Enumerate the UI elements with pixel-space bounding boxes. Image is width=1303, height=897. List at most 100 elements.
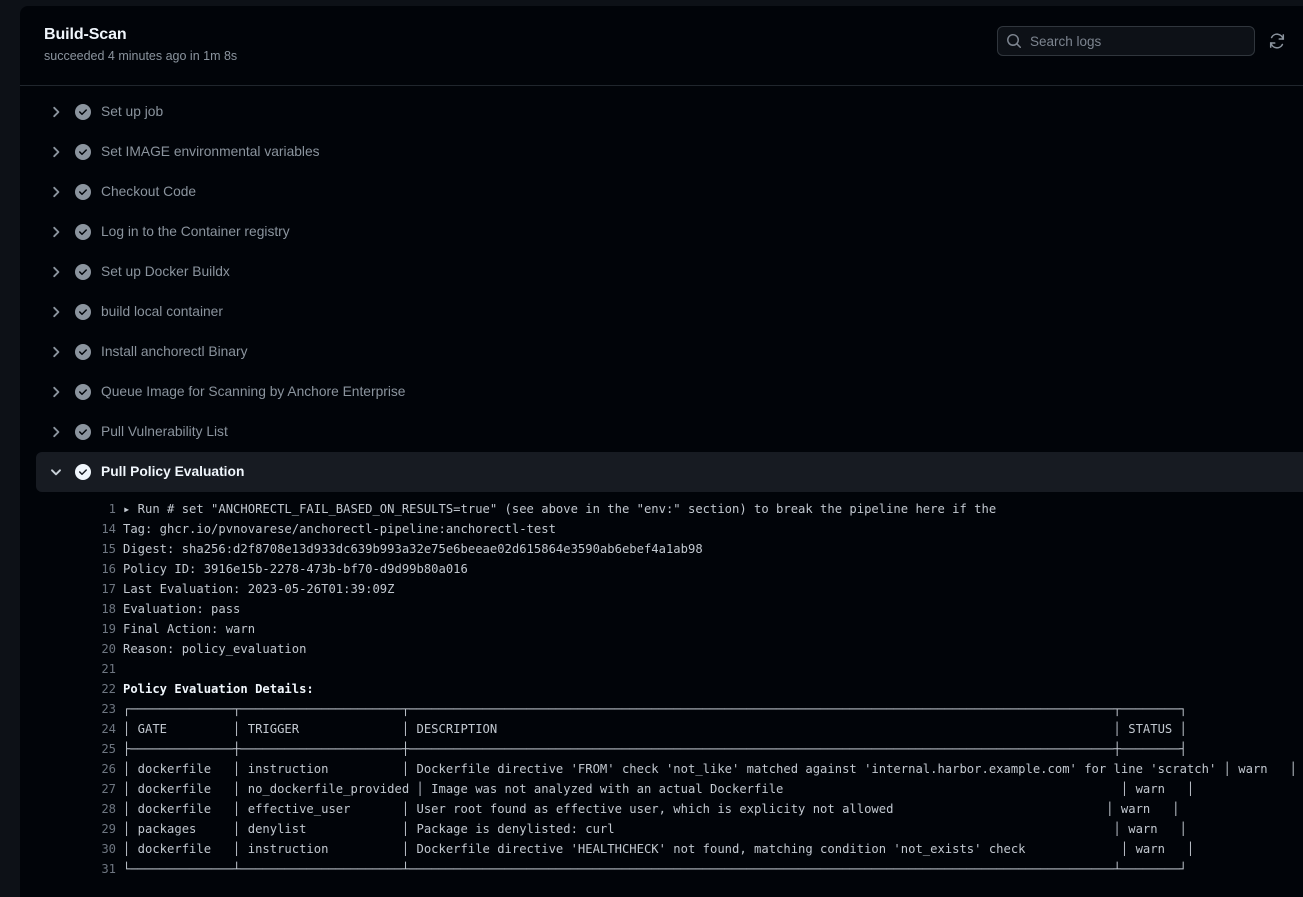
log-line-text: Digest: sha256:d2f8708e13d933dc639b993a3… bbox=[116, 539, 703, 559]
log-line-number: 17 bbox=[20, 579, 116, 599]
chevron-right-icon bbox=[48, 304, 64, 320]
log-line-text: Policy Evaluation Details: bbox=[116, 679, 314, 699]
search-log-box[interactable] bbox=[997, 26, 1255, 56]
step-row[interactable]: Install anchorectl Binary bbox=[20, 332, 1303, 372]
step-status-success-icon bbox=[75, 344, 91, 360]
log-line-text: │ GATE │ TRIGGER │ DESCRIPTION │ STATUS … bbox=[116, 719, 1187, 739]
run-status-text: succeeded 4 minutes ago in 1m 8s bbox=[44, 48, 237, 65]
log-line-text: Reason: policy_evaluation bbox=[116, 639, 306, 659]
header-actions bbox=[997, 26, 1289, 56]
step-status-success-icon bbox=[75, 384, 91, 400]
log-line-number: 30 bbox=[20, 839, 116, 859]
log-line-number: 15 bbox=[20, 539, 116, 559]
page-title: Build-Scan bbox=[44, 25, 237, 45]
step-row[interactable]: Pull Policy Evaluation bbox=[36, 452, 1303, 492]
log-line: 26│ dockerfile │ instruction │ Dockerfil… bbox=[20, 759, 1303, 779]
step-row[interactable]: Checkout Code bbox=[20, 172, 1303, 212]
step-row[interactable]: Set up job bbox=[20, 92, 1303, 132]
step-label: Pull Vulnerability List bbox=[101, 422, 228, 442]
log-line-text: │ dockerfile │ no_dockerfile_provided │ … bbox=[116, 779, 1194, 799]
log-line: 25├──────────────┼──────────────────────… bbox=[20, 739, 1303, 759]
log-line: 17Last Evaluation: 2023-05-26T01:39:09Z bbox=[20, 579, 1303, 599]
log-line-text: Evaluation: pass bbox=[116, 599, 240, 619]
log-line-text: ▸ Run # set "ANCHORECTL_FAIL_BASED_ON_RE… bbox=[116, 499, 996, 519]
refresh-button[interactable] bbox=[1265, 29, 1289, 53]
log-line: 28│ dockerfile │ effective_user │ User r… bbox=[20, 799, 1303, 819]
log-line-text: Tag: ghcr.io/pvnovarese/anchorectl-pipel… bbox=[116, 519, 556, 539]
log-output: 1▸ Run # set "ANCHORECTL_FAIL_BASED_ON_R… bbox=[20, 492, 1303, 879]
step-status-success-icon bbox=[75, 144, 91, 160]
chevron-right-icon bbox=[48, 184, 64, 200]
run-summary: Build-Scan succeeded 4 minutes ago in 1m… bbox=[44, 25, 237, 65]
log-line: 18Evaluation: pass bbox=[20, 599, 1303, 619]
log-line-text: Policy ID: 3916e15b-2278-473b-bf70-d9d99… bbox=[116, 559, 468, 579]
step-label: Set up job bbox=[101, 102, 163, 122]
log-line-number: 25 bbox=[20, 739, 116, 759]
chevron-right-icon bbox=[48, 384, 64, 400]
step-status-success-icon bbox=[75, 424, 91, 440]
step-label: Log in to the Container registry bbox=[101, 222, 290, 242]
step-row[interactable]: Set IMAGE environmental variables bbox=[20, 132, 1303, 172]
chevron-right-icon bbox=[48, 344, 64, 360]
log-line: 21 bbox=[20, 659, 1303, 679]
step-row[interactable]: build local container bbox=[20, 292, 1303, 332]
log-line-text: ├──────────────┼──────────────────────┼─… bbox=[116, 739, 1187, 759]
step-row[interactable]: Set up Docker Buildx bbox=[20, 252, 1303, 292]
step-label: Pull Policy Evaluation bbox=[101, 462, 244, 482]
log-line-text: │ dockerfile │ effective_user │ User roo… bbox=[116, 799, 1180, 819]
log-line-number: 18 bbox=[20, 599, 116, 619]
search-icon bbox=[1006, 33, 1022, 49]
log-line-number: 16 bbox=[20, 559, 116, 579]
log-line: 16Policy ID: 3916e15b-2278-473b-bf70-d9d… bbox=[20, 559, 1303, 579]
log-line: 27│ dockerfile │ no_dockerfile_provided … bbox=[20, 779, 1303, 799]
log-panel: Build-Scan succeeded 4 minutes ago in 1m… bbox=[20, 6, 1303, 897]
chevron-down-icon bbox=[48, 464, 64, 480]
log-line: 23┌──────────────┬──────────────────────… bbox=[20, 699, 1303, 719]
log-line-text: Last Evaluation: 2023-05-26T01:39:09Z bbox=[116, 579, 395, 599]
log-line: 15Digest: sha256:d2f8708e13d933dc639b993… bbox=[20, 539, 1303, 559]
log-line-number: 28 bbox=[20, 799, 116, 819]
log-line-text: └──────────────┴──────────────────────┴─… bbox=[116, 859, 1187, 879]
log-line-number: 23 bbox=[20, 699, 116, 719]
step-label: Set IMAGE environmental variables bbox=[101, 142, 320, 162]
chevron-right-icon bbox=[48, 424, 64, 440]
log-line: 31└──────────────┴──────────────────────… bbox=[20, 859, 1303, 879]
step-row[interactable]: Log in to the Container registry bbox=[20, 212, 1303, 252]
log-line-text: │ packages │ denylist │ Package is denyl… bbox=[116, 819, 1187, 839]
log-line: 29│ packages │ denylist │ Package is den… bbox=[20, 819, 1303, 839]
step-row[interactable]: Pull Vulnerability List bbox=[20, 412, 1303, 452]
step-label: build local container bbox=[101, 302, 223, 322]
log-viewer-root: Build-Scan succeeded 4 minutes ago in 1m… bbox=[0, 0, 1303, 897]
log-line: 30│ dockerfile │ instruction │ Dockerfil… bbox=[20, 839, 1303, 859]
search-input[interactable] bbox=[1022, 28, 1254, 54]
log-line-number: 31 bbox=[20, 859, 116, 879]
log-line: 20Reason: policy_evaluation bbox=[20, 639, 1303, 659]
chevron-right-icon bbox=[48, 144, 64, 160]
step-status-success-icon bbox=[75, 184, 91, 200]
step-label: Checkout Code bbox=[101, 182, 196, 202]
log-line-number: 14 bbox=[20, 519, 116, 539]
log-line-number: 20 bbox=[20, 639, 116, 659]
chevron-right-icon bbox=[48, 224, 64, 240]
log-line-number: 21 bbox=[20, 659, 116, 679]
log-line: 19Final Action: warn bbox=[20, 619, 1303, 639]
log-line-text: │ dockerfile │ instruction │ Dockerfile … bbox=[116, 759, 1297, 779]
step-row[interactable]: Queue Image for Scanning by Anchore Ente… bbox=[20, 372, 1303, 412]
log-line-number: 24 bbox=[20, 719, 116, 739]
refresh-icon bbox=[1268, 32, 1286, 50]
log-line-number: 27 bbox=[20, 779, 116, 799]
log-line: 24│ GATE │ TRIGGER │ DESCRIPTION │ STATU… bbox=[20, 719, 1303, 739]
step-status-success-icon bbox=[75, 264, 91, 280]
step-status-success-icon bbox=[75, 104, 91, 120]
step-status-success-icon bbox=[75, 224, 91, 240]
step-status-success-icon bbox=[75, 464, 91, 480]
log-line-text: │ dockerfile │ instruction │ Dockerfile … bbox=[116, 839, 1194, 859]
chevron-right-icon bbox=[48, 264, 64, 280]
chevron-right-icon bbox=[48, 104, 64, 120]
step-label: Queue Image for Scanning by Anchore Ente… bbox=[101, 382, 405, 402]
step-status-success-icon bbox=[75, 304, 91, 320]
log-line-text: Final Action: warn bbox=[116, 619, 255, 639]
log-line: 22Policy Evaluation Details: bbox=[20, 679, 1303, 699]
log-line: 1▸ Run # set "ANCHORECTL_FAIL_BASED_ON_R… bbox=[20, 499, 1303, 519]
log-line-text: ┌──────────────┬──────────────────────┬─… bbox=[116, 699, 1187, 719]
